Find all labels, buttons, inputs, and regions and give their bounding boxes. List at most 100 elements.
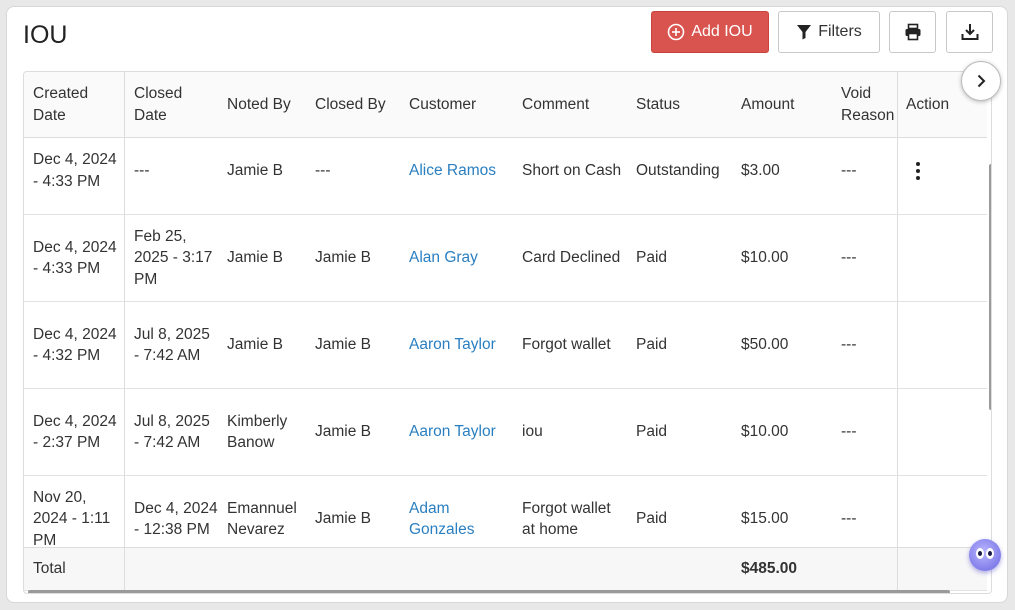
column-divider — [897, 215, 898, 301]
download-button[interactable] — [946, 11, 993, 53]
horizontal-scrollbar[interactable] — [28, 590, 950, 593]
chevron-right-icon — [977, 74, 986, 88]
cell-status: Paid — [636, 249, 668, 267]
cell-closed-by: Jamie B — [315, 423, 371, 441]
cell-comment: Forgot wallet — [522, 336, 611, 354]
cell-closed-by: Jamie B — [315, 336, 371, 354]
printer-icon — [905, 23, 920, 41]
chat-bot-icon[interactable] — [969, 539, 1001, 571]
total-amount: $485.00 — [741, 560, 798, 578]
cell-status: Paid — [636, 423, 668, 441]
header-closed-date[interactable]: Closed Date — [125, 72, 218, 137]
cell-comment: Forgot wallet at home — [522, 499, 611, 539]
column-divider — [897, 302, 898, 388]
cell-closed: Jul 8, 2025 - 7:42 AM — [134, 412, 210, 452]
cell-closed: --- — [134, 161, 150, 179]
download-icon — [961, 24, 978, 40]
print-button[interactable] — [889, 11, 936, 53]
customer-link[interactable]: Adam Gonzales — [400, 476, 513, 547]
column-divider — [897, 72, 898, 137]
table-row[interactable]: Dec 4, 2024 - 2:37 PM Jul 8, 2025 - 7:42… — [24, 389, 987, 476]
table-body: Dec 4, 2024 - 4:33 PM --- Jamie B --- Al… — [24, 138, 987, 547]
bot-eye — [986, 548, 994, 559]
cell-noted-by: Jamie B — [227, 249, 283, 267]
cell-noted-by: Jamie B — [227, 336, 283, 354]
cell-noted-by: Jamie B — [227, 161, 283, 179]
header-status[interactable]: Status — [627, 72, 732, 137]
total-label: Total — [33, 560, 66, 578]
column-divider — [124, 72, 125, 137]
cell-amount: $3.00 — [741, 161, 780, 179]
table-header-row: Created Date Closed Date Noted By Closed… — [24, 72, 987, 138]
cell-created: Dec 4, 2024 - 4:33 PM — [33, 151, 117, 190]
customer-link[interactable]: Alice Ramos — [400, 138, 513, 214]
header-amount[interactable]: Amount — [732, 72, 832, 137]
customer-link[interactable]: Aaron Taylor — [400, 302, 513, 388]
table-row[interactable]: Nov 20, 2024 - 1:11 PM Dec 4, 2024 - 12:… — [24, 476, 987, 547]
cell-void-reason: --- — [841, 510, 857, 528]
header-void-reason[interactable]: Void Reason — [832, 72, 898, 137]
cell-amount: $10.00 — [741, 249, 789, 267]
column-divider — [897, 476, 898, 547]
customer-link[interactable]: Alan Gray — [400, 215, 513, 301]
iou-table: Created Date Closed Date Noted By Closed… — [23, 71, 992, 594]
column-divider — [124, 302, 125, 388]
column-divider — [897, 389, 898, 475]
customer-link[interactable]: Aaron Taylor — [400, 389, 513, 475]
column-divider — [897, 548, 898, 590]
cell-comment: Short on Cash — [522, 161, 622, 179]
scroll-right-button[interactable] — [961, 61, 1001, 101]
cell-comment: iou — [522, 423, 543, 441]
iou-panel: IOU Add IOU Filters Created Date Closed … — [6, 6, 1008, 603]
funnel-icon — [797, 25, 812, 40]
header-closed-by[interactable]: Closed By — [306, 72, 400, 137]
cell-status: Paid — [636, 336, 668, 354]
table-row[interactable]: Dec 4, 2024 - 4:33 PM Feb 25, 2025 - 3:1… — [24, 215, 987, 302]
column-divider — [124, 548, 125, 590]
bot-eye — [976, 548, 984, 559]
column-divider — [124, 138, 125, 214]
cell-closed-by: Jamie B — [315, 510, 371, 528]
cell-amount: $10.00 — [741, 423, 789, 441]
cell-created: Dec 4, 2024 - 4:33 PM — [33, 238, 117, 278]
row-action-menu[interactable] — [898, 138, 938, 214]
cell-void-reason: --- — [841, 249, 857, 267]
cell-amount: $50.00 — [741, 336, 789, 354]
cell-noted-by: Kimberly Banow — [227, 412, 288, 452]
cell-created: Dec 4, 2024 - 2:37 PM — [33, 412, 117, 452]
cell-closed: Jul 8, 2025 - 7:42 AM — [134, 325, 210, 365]
plus-circle-icon — [668, 23, 685, 41]
filters-label: Filters — [818, 23, 862, 40]
cell-closed-by: Jamie B — [315, 249, 371, 267]
cell-created: Dec 4, 2024 - 4:32 PM — [33, 325, 117, 365]
table-row[interactable]: Dec 4, 2024 - 4:33 PM --- Jamie B --- Al… — [24, 138, 987, 215]
table-row[interactable]: Dec 4, 2024 - 4:32 PM Jul 8, 2025 - 7:42… — [24, 302, 987, 389]
column-divider — [124, 389, 125, 475]
cell-status: Paid — [636, 510, 668, 528]
page-title: IOU — [23, 21, 68, 49]
cell-void-reason: --- — [841, 336, 857, 354]
add-iou-button[interactable]: Add IOU — [651, 11, 769, 53]
cell-status: Outstanding — [636, 161, 720, 179]
column-divider — [124, 476, 125, 547]
cell-closed: Feb 25, 2025 - 3:17 PM — [134, 227, 213, 288]
cell-amount: $15.00 — [741, 510, 789, 528]
filters-button[interactable]: Filters — [778, 11, 880, 53]
header-created-date[interactable]: Created Date — [24, 72, 124, 137]
kebab-menu-icon — [916, 161, 920, 180]
cell-noted-by: Emannuel Nevarez — [227, 499, 297, 539]
cell-comment: Card Declined — [522, 249, 621, 267]
cell-void-reason: --- — [841, 423, 857, 441]
header-comment[interactable]: Comment — [513, 72, 627, 137]
cell-created: Nov 20, 2024 - 1:11 PM — [33, 488, 111, 547]
column-divider — [897, 138, 898, 214]
vertical-scrollbar[interactable] — [989, 164, 991, 410]
add-iou-label: Add IOU — [691, 23, 753, 40]
header-customer[interactable]: Customer — [400, 72, 513, 137]
cell-closed: Dec 4, 2024 - 12:38 PM — [134, 499, 218, 539]
header-noted-by[interactable]: Noted By — [218, 72, 306, 137]
cell-void-reason: --- — [841, 161, 857, 179]
column-divider — [124, 215, 125, 301]
cell-closed-by: --- — [315, 161, 331, 179]
total-row: Total $485.00 — [24, 547, 987, 591]
